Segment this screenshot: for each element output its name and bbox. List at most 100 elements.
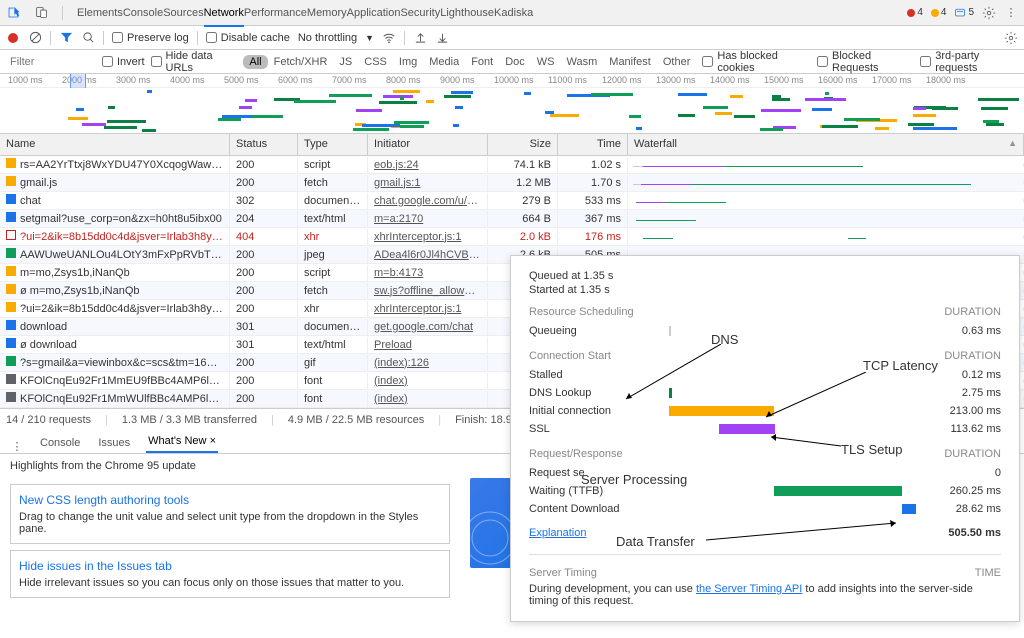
timing-queued: Queued at 1.35 s bbox=[529, 270, 1001, 282]
drawer-tab-console[interactable]: Console bbox=[38, 433, 82, 453]
ruler-tick: 7000 ms bbox=[332, 75, 367, 85]
ruler-tick: 15000 ms bbox=[764, 75, 804, 85]
settings-icon[interactable] bbox=[982, 6, 996, 20]
filter-bar: Invert Hide data URLs AllFetch/XHRJSCSSI… bbox=[0, 50, 1024, 74]
timing-total: 505.50 ms bbox=[926, 527, 1001, 539]
whatsnew-card[interactable]: Hide issues in the Issues tab Hide irrel… bbox=[10, 550, 450, 598]
filter-type-other[interactable]: Other bbox=[657, 55, 697, 69]
tab-lighthouse[interactable]: Lighthouse bbox=[440, 1, 494, 25]
blocked-cookies-checkbox[interactable]: Has blocked cookies bbox=[702, 50, 811, 74]
filter-type-all[interactable]: All bbox=[243, 55, 267, 69]
ruler-tick: 13000 ms bbox=[656, 75, 696, 85]
filter-type-img[interactable]: Img bbox=[393, 55, 423, 69]
drawer-tab-whatsnew[interactable]: What's New × bbox=[146, 431, 218, 453]
ruler-tick: 4000 ms bbox=[170, 75, 205, 85]
upload-har-icon[interactable] bbox=[413, 31, 427, 45]
timing-queueing: Queueing 0.63 ms bbox=[529, 322, 1001, 340]
ruler-tick: 12000 ms bbox=[602, 75, 642, 85]
tab-sources[interactable]: Sources bbox=[163, 1, 203, 25]
table-row[interactable]: gmail.js200fetchgmail.js:11.2 MB1.70 s bbox=[0, 174, 1024, 192]
anno-server: Server Processing bbox=[581, 472, 687, 487]
error-badge[interactable]: 4 bbox=[907, 7, 923, 18]
timeline-overview[interactable]: 1000 ms2000 ms3000 ms4000 ms5000 ms6000 … bbox=[0, 74, 1024, 134]
more-icon[interactable]: ⋮ bbox=[1004, 6, 1018, 20]
filter-type-ws[interactable]: WS bbox=[531, 55, 561, 69]
col-time[interactable]: Time bbox=[558, 134, 628, 155]
filter-type-font[interactable]: Font bbox=[465, 55, 499, 69]
clear-icon[interactable] bbox=[28, 31, 42, 45]
col-type[interactable]: Type bbox=[298, 134, 368, 155]
tab-network[interactable]: Network bbox=[204, 1, 244, 27]
col-initiator[interactable]: Initiator bbox=[368, 134, 488, 155]
device-icon[interactable] bbox=[34, 6, 48, 20]
warning-badge[interactable]: 4 bbox=[931, 7, 947, 18]
filter-type-doc[interactable]: Doc bbox=[499, 55, 531, 69]
download-har-icon[interactable] bbox=[435, 31, 449, 45]
throttling-select[interactable]: No throttling bbox=[298, 32, 357, 44]
network-toolbar: Preserve log Disable cache No throttling… bbox=[0, 26, 1024, 50]
table-row[interactable]: ?ui=2&ik=8b15dd0c4d&jsver=Irlab3h8yml.en… bbox=[0, 228, 1024, 246]
status-transferred: 1.3 MB / 3.3 MB transferred bbox=[122, 414, 257, 426]
ruler-tick: 16000 ms bbox=[818, 75, 858, 85]
blocked-requests-checkbox[interactable]: Blocked Requests bbox=[817, 50, 914, 74]
ruler-tick: 5000 ms bbox=[224, 75, 259, 85]
preserve-log-checkbox[interactable]: Preserve log bbox=[112, 32, 189, 44]
toolbar-settings-icon[interactable] bbox=[1004, 31, 1018, 45]
table-row[interactable]: rs=AA2YrTtxj8WxYDU47Y0XcqogWaw-Uu28BQ200… bbox=[0, 156, 1024, 174]
issues-badge[interactable]: 5 bbox=[954, 7, 974, 19]
ruler-tick: 3000 ms bbox=[116, 75, 151, 85]
ruler-tick: 14000 ms bbox=[710, 75, 750, 85]
filter-input[interactable] bbox=[6, 54, 96, 70]
filter-type-js[interactable]: JS bbox=[333, 55, 358, 69]
ruler-tick: 1000 ms bbox=[8, 75, 43, 85]
filter-type-manifest[interactable]: Manifest bbox=[603, 55, 657, 69]
ruler-tick: 11000 ms bbox=[548, 75, 587, 85]
col-size[interactable]: Size bbox=[488, 134, 558, 155]
tab-memory[interactable]: Memory bbox=[307, 1, 347, 25]
col-name[interactable]: Name bbox=[0, 134, 230, 155]
tab-console[interactable]: Console bbox=[123, 1, 163, 25]
filter-type-css[interactable]: CSS bbox=[358, 55, 393, 69]
ruler-tick: 9000 ms bbox=[440, 75, 475, 85]
whatsnew-card[interactable]: New CSS length authoring tools Drag to c… bbox=[10, 484, 450, 544]
filter-type-wasm[interactable]: Wasm bbox=[561, 55, 604, 69]
third-party-checkbox[interactable]: 3rd-party requests bbox=[920, 50, 1018, 74]
tab-kadiska[interactable]: Kadiska bbox=[494, 1, 533, 25]
drawer-tab-issues[interactable]: Issues bbox=[96, 433, 132, 453]
anno-tcp: TCP Latency bbox=[863, 358, 938, 373]
invert-checkbox[interactable]: Invert bbox=[102, 56, 145, 68]
filter-funnel-icon[interactable] bbox=[59, 31, 73, 45]
timing-started: Started at 1.35 s bbox=[529, 284, 1001, 296]
anno-data: Data Transfer bbox=[616, 534, 695, 549]
tab-elements[interactable]: Elements bbox=[77, 1, 123, 25]
search-icon[interactable] bbox=[81, 31, 95, 45]
drawer-more-icon[interactable]: ⋮ bbox=[10, 439, 24, 453]
throttle-caret-icon[interactable]: ▼ bbox=[365, 33, 374, 43]
ruler-tick: 6000 ms bbox=[278, 75, 313, 85]
record-icon[interactable] bbox=[6, 31, 20, 45]
main-tabs: ElementsConsoleSourcesNetworkPerformance… bbox=[6, 0, 533, 25]
status-resources: 4.9 MB / 22.5 MB resources bbox=[288, 414, 424, 426]
filter-type-media[interactable]: Media bbox=[423, 55, 465, 69]
tab-performance[interactable]: Performance bbox=[244, 1, 307, 25]
wifi-icon[interactable] bbox=[382, 31, 396, 45]
timing-popup: Queued at 1.35 s Started at 1.35 s Resou… bbox=[510, 255, 1020, 622]
disable-cache-checkbox[interactable]: Disable cache bbox=[206, 32, 290, 44]
col-status[interactable]: Status bbox=[230, 134, 298, 155]
tab-application[interactable]: Application bbox=[347, 1, 401, 25]
col-waterfall[interactable]: Waterfall▲ bbox=[628, 134, 1024, 155]
top-right-badges: 4 4 5 ⋮ bbox=[907, 6, 1018, 20]
ruler-tick: 8000 ms bbox=[386, 75, 421, 85]
inspect-icon[interactable] bbox=[6, 6, 20, 20]
filter-type-fetchxhr[interactable]: Fetch/XHR bbox=[268, 55, 334, 69]
server-timing-hint: During development, you can use the Serv… bbox=[529, 583, 1001, 607]
tab-security[interactable]: Security bbox=[400, 1, 440, 25]
table-row[interactable]: setgmail?use_corp=on&zx=h0ht8u5ibx00204t… bbox=[0, 210, 1024, 228]
server-timing-api-link[interactable]: the Server Timing API bbox=[696, 583, 802, 595]
timing-explanation-link[interactable]: Explanation bbox=[529, 527, 587, 539]
table-row[interactable]: chat302document / …chat.google.com/u/0/…… bbox=[0, 192, 1024, 210]
close-icon[interactable]: × bbox=[210, 435, 216, 447]
network-table-header: Name Status Type Initiator Size Time Wat… bbox=[0, 134, 1024, 156]
timing-ssl: SSL 113.62 ms bbox=[529, 420, 1001, 438]
hide-dataurls-checkbox[interactable]: Hide data URLs bbox=[151, 50, 238, 74]
